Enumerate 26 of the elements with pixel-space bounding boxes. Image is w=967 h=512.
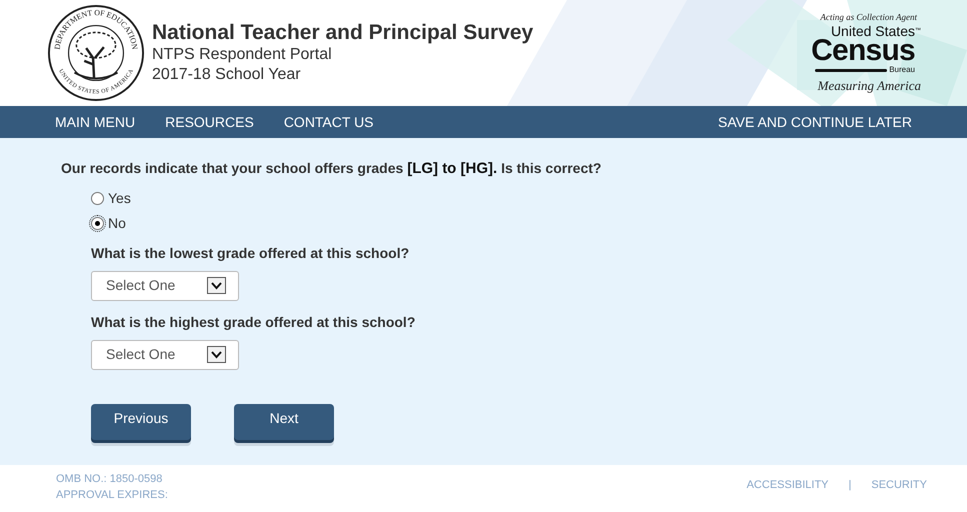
link-separator: | bbox=[848, 478, 852, 493]
grade-dropdown[interactable]: Select One bbox=[91, 270, 239, 300]
survey-title: National Teacher and Principal Survey bbox=[152, 21, 534, 45]
census-country: United States bbox=[830, 24, 915, 38]
question-label: What is the lowest grade offered at this school? bbox=[91, 244, 410, 263]
question-text: Our records indicate that your school offers grades [LG] to [HG]. Is this correct? bbox=[61, 159, 602, 179]
nav-button[interactable]: Next bbox=[234, 404, 334, 440]
census-slogan: Measuring America bbox=[818, 77, 921, 95]
census-wordmark: Census bbox=[811, 38, 915, 64]
school-year: 2017-18 School Year bbox=[152, 65, 302, 85]
portal-subtitle: NTPS Respondent Portal bbox=[152, 45, 333, 65]
nav-link[interactable]: MAIN MENU bbox=[55, 112, 136, 132]
radio-button[interactable] bbox=[91, 217, 104, 230]
save-later-link[interactable]: SAVE AND CONTINUE LATER bbox=[718, 112, 912, 132]
radio-label: No bbox=[108, 214, 126, 233]
nav-link[interactable]: RESOURCES bbox=[165, 112, 254, 132]
census-bureau: Bureau bbox=[889, 64, 915, 76]
approval-expires: APPROVAL EXPIRES: bbox=[56, 488, 168, 503]
nav-link[interactable]: CONTACT US bbox=[284, 112, 374, 132]
census-tagline: Acting as Collection Agent bbox=[820, 10, 917, 24]
radio-label: Yes bbox=[108, 189, 131, 208]
grade-dropdown[interactable]: Select One bbox=[91, 340, 239, 370]
question-label: What is the highest grade offered at this school? bbox=[91, 312, 416, 332]
radio-button[interactable] bbox=[91, 192, 104, 205]
nav-button[interactable]: Previous bbox=[91, 404, 191, 440]
omb-number: OMB NO.: 1850-0598 bbox=[56, 472, 164, 487]
